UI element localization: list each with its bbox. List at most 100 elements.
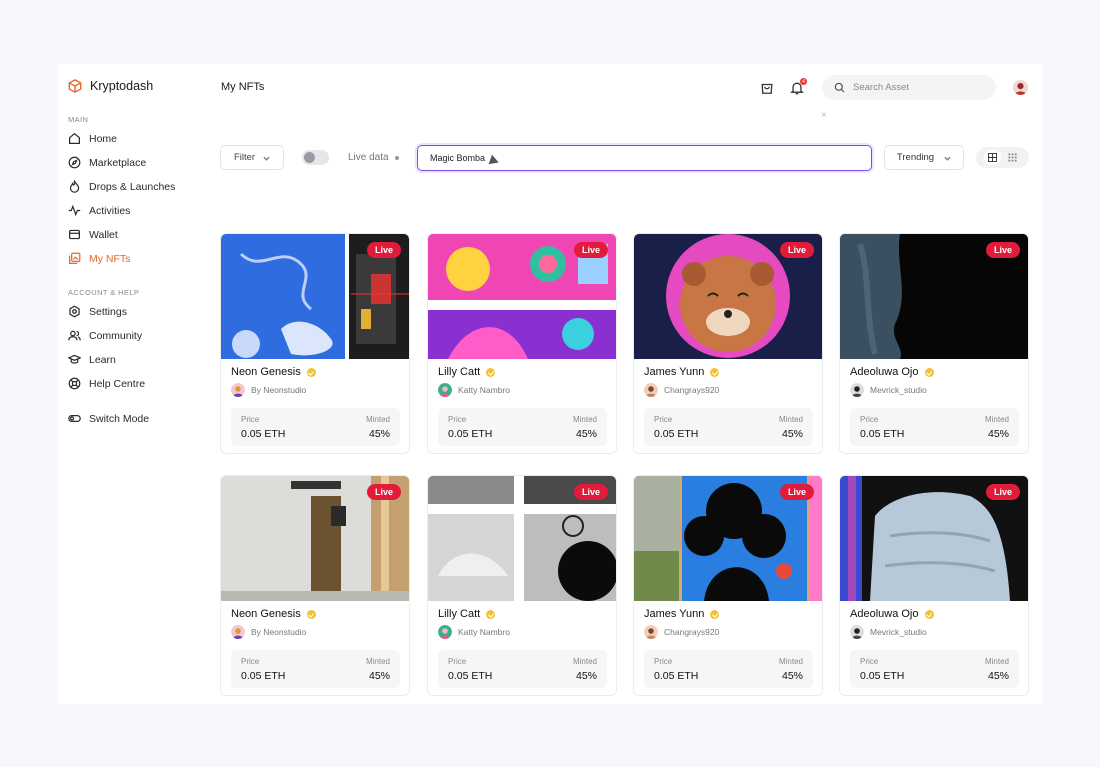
nft-card[interactable]: Live Lilly Catt Katty Nambro Price 0.05 … [427,475,617,696]
nft-stats: Price 0.05 ETH Minted 45% [231,650,400,688]
price-value: 0.05 ETH [860,670,905,682]
nft-title: Lilly Catt [438,608,496,620]
nft-title: James Yunn [644,366,720,378]
section-label-account: ACCOUNT & HELP [68,288,140,297]
sidebar-item-settings[interactable]: Settings [68,305,127,318]
shopping-bag-icon [761,83,773,94]
sidebar-item-label: Activities [89,204,131,217]
minted-value: 45% [575,670,597,682]
minted-label: Minted [572,657,597,666]
sidebar-item-marketplace[interactable]: Marketplace [68,156,146,169]
creator[interactable]: Changrays920 [644,625,719,639]
sidebar-item-wallet[interactable]: Wallet [68,228,118,241]
sidebar-item-home[interactable]: Home [68,132,117,145]
creator[interactable]: Mevrick_studio [850,383,927,397]
creator-name: Changrays920 [664,627,720,637]
creator-name: By Neonstudio [251,627,307,637]
live-badge: Live [985,242,1020,258]
live-badge: Live [779,242,814,258]
nft-stats: Price 0.05 ETH Minted 45% [438,408,607,446]
nft-card[interactable]: Live James Yunn Changrays920 Price 0.05 … [633,233,823,454]
sort-label: Trending [896,152,935,163]
minted-label: Minted [365,657,390,666]
price-label: Price [241,415,260,424]
minted-value: 45% [987,670,1009,682]
sidebar-item-label: Community [89,329,143,342]
sidebar-item-activities[interactable]: Activities [68,204,130,217]
creator-name: Changrays920 [664,385,720,395]
sidebar-item-drops[interactable]: Drops & Launches [68,180,175,193]
price-label: Price [448,657,467,666]
creator[interactable]: Katty Nambro [438,625,510,639]
sidebar-item-community[interactable]: Community [68,329,142,342]
creator-avatar [644,383,658,397]
price-value: 0.05 ETH [860,428,905,440]
grid-large-icon [987,153,997,162]
creator[interactable]: Changrays920 [644,383,719,397]
sidebar-item-my-nfts[interactable]: My NFTs [68,252,130,265]
nft-card[interactable]: Live Neon Genesis By Neonstudio Price 0.… [220,233,410,454]
nft-search-field[interactable] [417,145,872,171]
asset-search[interactable] [822,75,996,100]
creator[interactable]: Katty Nambro [438,383,510,397]
asset-search-input[interactable] [853,82,983,93]
price-value: 0.05 ETH [241,670,286,682]
live-badge: Live [779,484,814,500]
switch-mode-label: Switch Mode [89,412,150,425]
nft-title: Adeoluwa Ojo [850,366,934,378]
creator-name: Mevrick_studio [870,385,927,395]
creator[interactable]: By Neonstudio [231,383,306,397]
nft-stats: Price 0.05 ETH Minted 45% [850,650,1019,688]
minted-label: Minted [778,657,803,666]
price-value: 0.05 ETH [448,670,493,682]
creator[interactable]: By Neonstudio [231,625,306,639]
nft-card[interactable]: Live James Yunn Changrays920 Price 0.05 … [633,475,823,696]
creator-avatar [850,383,864,397]
nft-title-text: James Yunn [644,366,705,378]
sidebar-item-label: My NFTs [89,252,131,265]
live-badge: Live [366,242,401,258]
grid-view-button[interactable] [983,150,1001,165]
verified-icon [306,609,316,619]
sidebar-item-help-centre[interactable]: Help Centre [68,377,145,390]
cart-button[interactable] [760,81,774,95]
verified-icon [710,609,720,619]
sort-dropdown[interactable]: Trending [884,145,964,170]
search-icon [834,82,845,93]
nft-title-text: Lilly Catt [438,608,481,620]
nft-card[interactable]: Live Adeoluwa Ojo Mevrick_studio Price 0… [839,233,1029,454]
nft-card[interactable]: Live Adeoluwa Ojo Mevrick_studio Price 0… [839,475,1029,696]
minted-label: Minted [572,415,597,424]
nft-title: Neon Genesis [231,366,316,378]
close-icon[interactable]: × [821,110,827,121]
verified-icon [924,367,934,377]
brand[interactable]: Kryptodash [68,79,153,93]
sidebar-item-learn[interactable]: Learn [68,353,116,366]
nft-title: Lilly Catt [438,366,496,378]
creator[interactable]: Mevrick_studio [850,625,927,639]
wallet-icon [69,229,80,240]
nft-card[interactable]: Live Lilly Catt Katty Nambro Price 0.05 … [427,233,617,454]
user-avatar[interactable] [1013,80,1028,95]
nft-card[interactable]: Live Neon Genesis By Neonstudio Price 0.… [220,475,410,696]
live-status-dot [395,156,399,160]
app-window: Kryptodash MAIN Home Marketplace Drops &… [58,64,1042,704]
switch-mode-toggle[interactable]: Switch Mode [68,412,149,425]
sidebar-item-label: Wallet [89,228,118,241]
compact-grid-view-button[interactable] [1004,150,1021,165]
filter-label: Filter [233,152,256,163]
chevron-down-icon [944,154,951,161]
filter-button[interactable]: Filter [220,145,284,170]
nft-icon [69,252,81,264]
nft-title-text: Neon Genesis [231,366,301,378]
nft-stats: Price 0.05 ETH Minted 45% [644,408,813,446]
notifications-button[interactable]: 4 [789,78,807,95]
price-label: Price [654,415,673,424]
nft-title-text: Lilly Catt [438,366,481,378]
verified-icon [924,609,934,619]
price-value: 0.05 ETH [654,428,699,440]
activity-icon [68,204,81,217]
sidebar-item-label: Help Centre [89,377,146,390]
creator-avatar [438,625,452,639]
live-data-toggle[interactable] [302,150,329,165]
